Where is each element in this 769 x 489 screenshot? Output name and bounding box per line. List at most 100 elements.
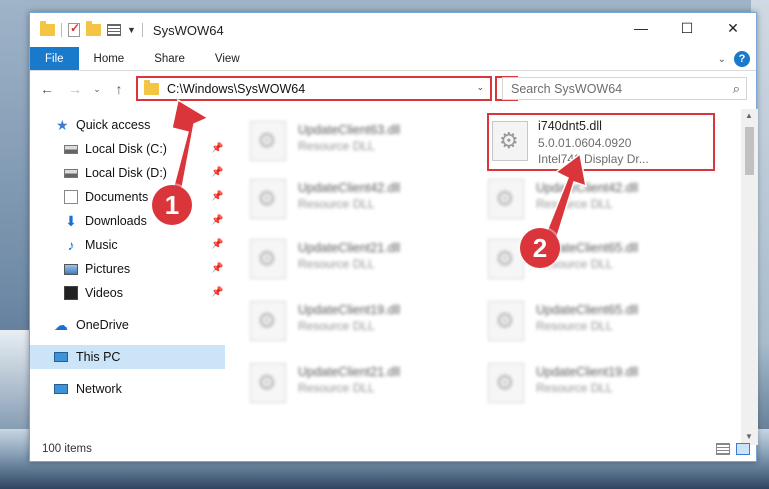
file-type: Resource DLL	[536, 197, 613, 211]
properties-icon[interactable]	[107, 24, 121, 36]
nav-item-network[interactable]: Network	[30, 377, 225, 401]
navigation-bar: ← → ⌄ ↑ C:\Windows\SysWOW64 ⌄ ↻ Search S…	[30, 71, 756, 107]
address-bar[interactable]: C:\Windows\SysWOW64 ⌄	[136, 76, 492, 101]
address-dropdown-icon[interactable]: ⌄	[476, 82, 484, 93]
expand-ribbon-icon[interactable]: ⌄	[718, 54, 726, 65]
up-button[interactable]: ↑	[108, 78, 130, 100]
folder-icon	[40, 21, 55, 36]
file-name: UpdateClient19.dll	[298, 303, 401, 317]
file-name: UpdateClient63.dll	[298, 123, 401, 137]
nav-item-label: OneDrive	[76, 318, 129, 332]
file-name: UpdateClient65.dll	[536, 303, 639, 317]
tab-view[interactable]: View	[200, 47, 255, 70]
recent-locations-icon[interactable]: ⌄	[86, 78, 108, 100]
pictures-icon	[64, 264, 78, 275]
properties-check-icon[interactable]	[68, 21, 80, 37]
nav-item-label: Documents	[85, 190, 149, 204]
address-path: C:\Windows\SysWOW64	[167, 81, 306, 96]
nav-item-label: Downloads	[85, 214, 147, 228]
nav-item-label: This PC	[76, 350, 121, 364]
file-item[interactable]: UpdateClient19.dll Resource DLL	[466, 355, 701, 411]
nav-item-downloads[interactable]: ⬇ Downloads 📌	[30, 209, 225, 233]
file-type: Resource DLL	[298, 139, 375, 153]
ribbon-right-controls: ⌄ ?	[718, 51, 750, 67]
file-item[interactable]: UpdateClient19.dll Resource DLL	[228, 293, 463, 349]
dll-file-icon	[250, 363, 286, 403]
file-item[interactable]: UpdateClient42.dll Resource DLL	[466, 171, 701, 227]
file-item[interactable]: UpdateClient21.dll Resource DLL	[228, 355, 463, 411]
explorer-window: ▼ SysWOW64 — ☐ ✕ File Home Share View ⌄ …	[29, 12, 758, 462]
tab-share[interactable]: Share	[139, 47, 200, 70]
dll-file-icon	[488, 239, 524, 279]
file-item[interactable]: UpdateClient42.dll Resource DLL	[228, 171, 463, 227]
toolbar-separator	[141, 23, 143, 37]
ribbon-tabs: File Home Share View ⌄ ?	[30, 47, 756, 71]
file-name: UpdateClient42.dll	[536, 181, 639, 195]
tiles-view-icon[interactable]	[736, 443, 750, 455]
pin-icon[interactable]: 📌	[211, 191, 223, 202]
star-icon: ★	[56, 117, 69, 133]
pin-icon[interactable]: 📌	[211, 215, 223, 226]
file-type: Resource DLL	[298, 319, 375, 333]
nav-item-local-disk-d[interactable]: Local Disk (D:) 📌	[30, 161, 225, 185]
computer-icon	[54, 352, 68, 362]
dll-file-icon	[488, 179, 524, 219]
scrollbar-thumb[interactable]	[745, 127, 754, 175]
step-badge-1: 1	[152, 185, 192, 225]
file-type: Resource DLL	[298, 257, 375, 271]
tab-file[interactable]: File	[30, 47, 79, 70]
cloud-icon: ☁	[54, 317, 68, 333]
documents-icon	[64, 190, 78, 204]
nav-item-this-pc[interactable]: This PC	[30, 345, 225, 369]
tab-home[interactable]: Home	[79, 47, 140, 70]
maximize-button[interactable]: ☐	[664, 13, 710, 43]
window-title: SysWOW64	[152, 22, 224, 38]
back-button[interactable]: ←	[36, 78, 58, 100]
customize-dropdown-icon[interactable]: ▼	[127, 25, 136, 35]
file-item[interactable]: UpdateClient65.dll Resource DLL	[466, 231, 701, 287]
search-icon[interactable]: ⌕	[733, 81, 740, 97]
pin-icon[interactable]: 📌	[211, 167, 223, 178]
toolbar-separator	[61, 23, 62, 37]
item-count: 100 items	[42, 443, 92, 455]
scroll-up-icon[interactable]: ▲	[745, 111, 753, 120]
pin-icon[interactable]: 📌	[211, 263, 223, 274]
file-item[interactable]: UpdateClient21.dll Resource DLL	[228, 231, 463, 287]
nav-item-documents[interactable]: Documents 📌	[30, 185, 225, 209]
dll-file-icon	[250, 239, 286, 279]
highlight-box	[487, 113, 715, 171]
nav-item-label: Pictures	[85, 262, 131, 276]
nav-item-label: Network	[76, 382, 122, 396]
details-view-icon[interactable]	[716, 443, 730, 455]
quick-access-toolbar: ▼	[40, 21, 143, 37]
view-switcher	[716, 443, 750, 455]
forward-button[interactable]: →	[64, 78, 86, 100]
nav-item-onedrive[interactable]: ☁ OneDrive	[30, 313, 225, 337]
pin-icon[interactable]: 📌	[211, 239, 223, 250]
file-list: UpdateClient63.dll Resource DLL UpdateCl…	[228, 109, 741, 431]
pin-icon[interactable]: 📌	[211, 287, 223, 298]
nav-item-local-disk-c[interactable]: Local Disk (C:) 📌	[30, 137, 225, 161]
nav-item-music[interactable]: ♪ Music 📌	[30, 233, 225, 257]
pin-icon[interactable]: 📌	[211, 143, 223, 154]
search-input[interactable]: Search SysWOW64 ⌕	[502, 77, 747, 100]
close-button[interactable]: ✕	[710, 13, 756, 43]
music-icon: ♪	[67, 237, 75, 253]
nav-item-label: Quick access	[76, 118, 151, 132]
nav-item-quick-access[interactable]: ★ Quick access	[30, 113, 225, 137]
dll-file-icon	[488, 301, 524, 341]
file-item[interactable]: UpdateClient63.dll Resource DLL	[228, 113, 463, 169]
new-folder-icon[interactable]	[86, 21, 101, 36]
vertical-scrollbar[interactable]: ▲ ▼	[741, 109, 758, 445]
videos-icon	[64, 286, 78, 300]
navigation-pane: ★ Quick access Local Disk (C:) 📌 Local D…	[30, 109, 225, 431]
help-icon[interactable]: ?	[734, 51, 750, 67]
file-item[interactable]: UpdateClient65.dll Resource DLL	[466, 293, 701, 349]
drive-icon	[64, 169, 78, 178]
title-bar: ▼ SysWOW64 — ☐ ✕	[30, 13, 756, 47]
file-type: Resource DLL	[536, 319, 613, 333]
minimize-button[interactable]: —	[618, 13, 664, 43]
nav-item-pictures[interactable]: Pictures 📌	[30, 257, 225, 281]
nav-item-videos[interactable]: Videos 📌	[30, 281, 225, 305]
file-type: Resource DLL	[298, 381, 375, 395]
